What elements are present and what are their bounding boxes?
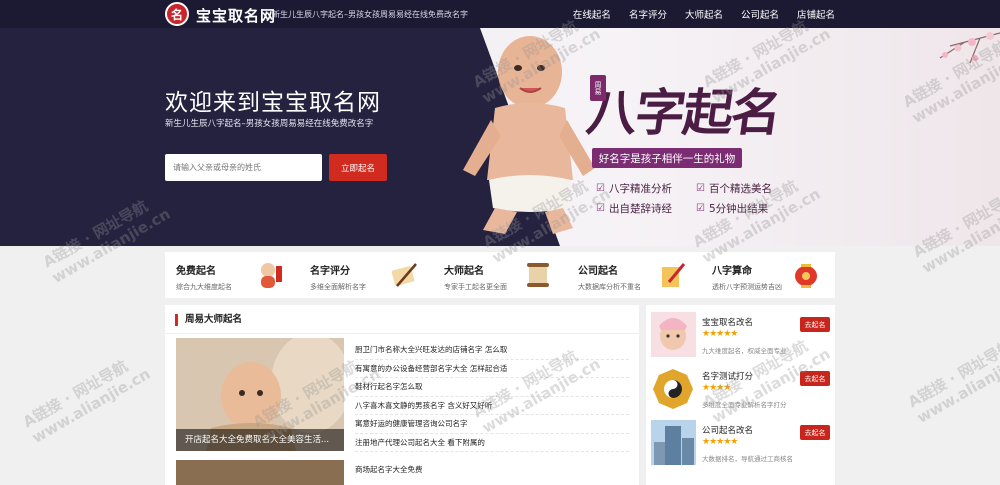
blossom-decoration [939, 32, 1000, 64]
article-list: 厨卫门市名称大全兴旺发达的店铺名字 怎么取 有寓意的办公设备经营部名字大全 怎样… [355, 341, 629, 452]
featured-article[interactable]: 开店起名大全免费取名大全美容生活... [176, 338, 344, 451]
nav-master-naming[interactable]: 大师起名 [685, 7, 723, 21]
check-icon: ☑ [696, 203, 705, 214]
article-link[interactable]: 有寓意的办公设备经营部名字大全 怎样起合适 [355, 360, 629, 378]
sidebar-item-baby-naming[interactable]: 宝宝取名改名 ★★★★★ 九大维度起名，权威全面专业 去起名 [651, 311, 830, 358]
article-link[interactable]: 商场起名字大全免费 [355, 464, 423, 475]
site-logo[interactable]: 名 [165, 2, 189, 26]
top-header: 名 宝宝取名网 新生儿生辰八字起名–男孩女孩周易易经在线免费改名字 在线起名 名… [0, 0, 1000, 28]
section-title: 周易大师起名 [175, 314, 242, 326]
service-cards: 免费起名 综合九大维度起名 名字评分 多维全面解析名字 大师起名 专家手工起名更… [165, 252, 835, 298]
feature-item: ☑ 5分钟出结果 [696, 203, 769, 215]
nav-company-naming[interactable]: 公司起名 [741, 7, 779, 21]
rating-stars: ★★★★★ [702, 329, 738, 339]
zhouyi-master-section: 周易大师起名 开店起名大全免费取名大全美容生活... 厨卫门市名称大全兴旺发达的… [165, 305, 639, 485]
watermark: A链接 · 网址导航www.alianjie.cn [904, 336, 1000, 427]
baby-photo [463, 36, 595, 234]
feature-item: ☑ 八字精准分析 [596, 183, 672, 195]
sidebar-desc: 大数据排名，导航通过工商核名 [702, 455, 793, 463]
hero-subtitle: 新生儿生辰八字起名–男孩女孩周易易经在线免费改名字 [165, 119, 374, 129]
pen-paper-icon [662, 263, 686, 287]
sidebar-item-company-naming[interactable]: 公司起名改名 ★★★★★ 大数据排名，导航通过工商核名 去起名 [651, 419, 830, 466]
service-bazi-fortune[interactable]: 八字算命 透析八字预测运势吉凶 [701, 252, 835, 298]
scroll-icon [527, 263, 549, 287]
article-link[interactable]: 鞋材行起名字怎么取 [355, 378, 629, 397]
hero-title: 欢迎来到宝宝取名网 [165, 90, 381, 116]
article-link[interactable]: 寓意好运的健康管理咨询公司名字 [355, 415, 629, 434]
go-naming-button[interactable]: 去起名 [800, 317, 830, 332]
watermark: A链接 · 网址导航www.alianjie.cn [19, 356, 154, 447]
article-link[interactable]: 厨卫门市名称大全兴旺发达的店铺名字 怎么取 [355, 341, 629, 360]
article-link[interactable]: 注册地产代理公司起名大全 看下附属的 [355, 434, 629, 452]
building-thumbnail [651, 420, 696, 465]
surname-input[interactable] [165, 154, 322, 181]
sidebar-title: 宝宝取名改名 [702, 318, 754, 328]
rating-stars: ★★★★ [702, 383, 731, 393]
banner-slogan: 好名字是孩子相伴一生的礼物 [592, 148, 742, 168]
hero-banner: 欢迎来到宝宝取名网 新生儿生辰八字起名–男孩女孩周易易经在线免费改名字 立即起名… [0, 28, 1000, 246]
scroll-brush-icon [391, 263, 417, 287]
go-naming-button[interactable]: 去起名 [800, 371, 830, 386]
service-master-naming[interactable]: 大师起名 专家手工起名更全面 [433, 252, 567, 298]
header-tagline: 新生儿生辰八字起名–男孩女孩周易易经在线免费改名字 [272, 10, 468, 19]
sidebar-item-name-test[interactable]: 名字测试打分 ★★★★ 多维度全面专业解析名字打分 去起名 [651, 365, 830, 412]
service-free-naming[interactable]: 免费起名 综合九大维度起名 [165, 252, 299, 298]
sidebar-services: 宝宝取名改名 ★★★★★ 九大维度起名，权威全面专业 去起名 名字测试打分 ★★… [646, 305, 835, 485]
bazi-banner-title: 八字起名 [583, 83, 784, 142]
rating-stars: ★★★★★ [702, 437, 738, 447]
sidebar-desc: 九大维度起名，权威全面专业 [702, 347, 787, 355]
featured-caption: 开店起名大全免费取名大全美容生活... [176, 429, 344, 451]
sidebar-title: 名字测试打分 [702, 372, 754, 382]
nav-name-score[interactable]: 名字评分 [629, 7, 667, 21]
lantern-icon [795, 264, 817, 288]
bagua-thumbnail [651, 366, 696, 411]
nav-online-naming[interactable]: 在线起名 [573, 7, 611, 21]
go-naming-button[interactable]: 去起名 [800, 425, 830, 440]
sidebar-desc: 多维度全面专业解析名字打分 [702, 401, 787, 409]
service-company-naming[interactable]: 公司起名 大数据库分析不重名 [567, 252, 701, 298]
check-icon: ☑ [596, 183, 605, 194]
check-icon: ☑ [696, 183, 705, 194]
divider [165, 333, 639, 334]
start-naming-button[interactable]: 立即起名 [329, 154, 387, 181]
baby-thumbnail [651, 312, 696, 357]
nav-shop-naming[interactable]: 店铺起名 [797, 7, 835, 21]
article-link[interactable]: 八字喜木喜文静的男孩名字 含义好又好听 [355, 397, 629, 415]
site-brand[interactable]: 宝宝取名网 [196, 5, 276, 26]
feature-item: ☑ 百个精选美名 [696, 183, 772, 195]
baby-icon [261, 263, 282, 288]
feature-item: ☑ 出自楚辞诗经 [596, 203, 672, 215]
service-name-score[interactable]: 名字评分 多维全面解析名字 [299, 252, 433, 298]
zhouyi-seal: 周易 [590, 75, 606, 101]
sidebar-title: 公司起名改名 [702, 426, 754, 436]
main-nav: 在线起名 名字评分 大师起名 公司起名 店铺起名 [573, 0, 835, 28]
featured-article-2[interactable] [176, 460, 344, 485]
check-icon: ☑ [596, 203, 605, 214]
